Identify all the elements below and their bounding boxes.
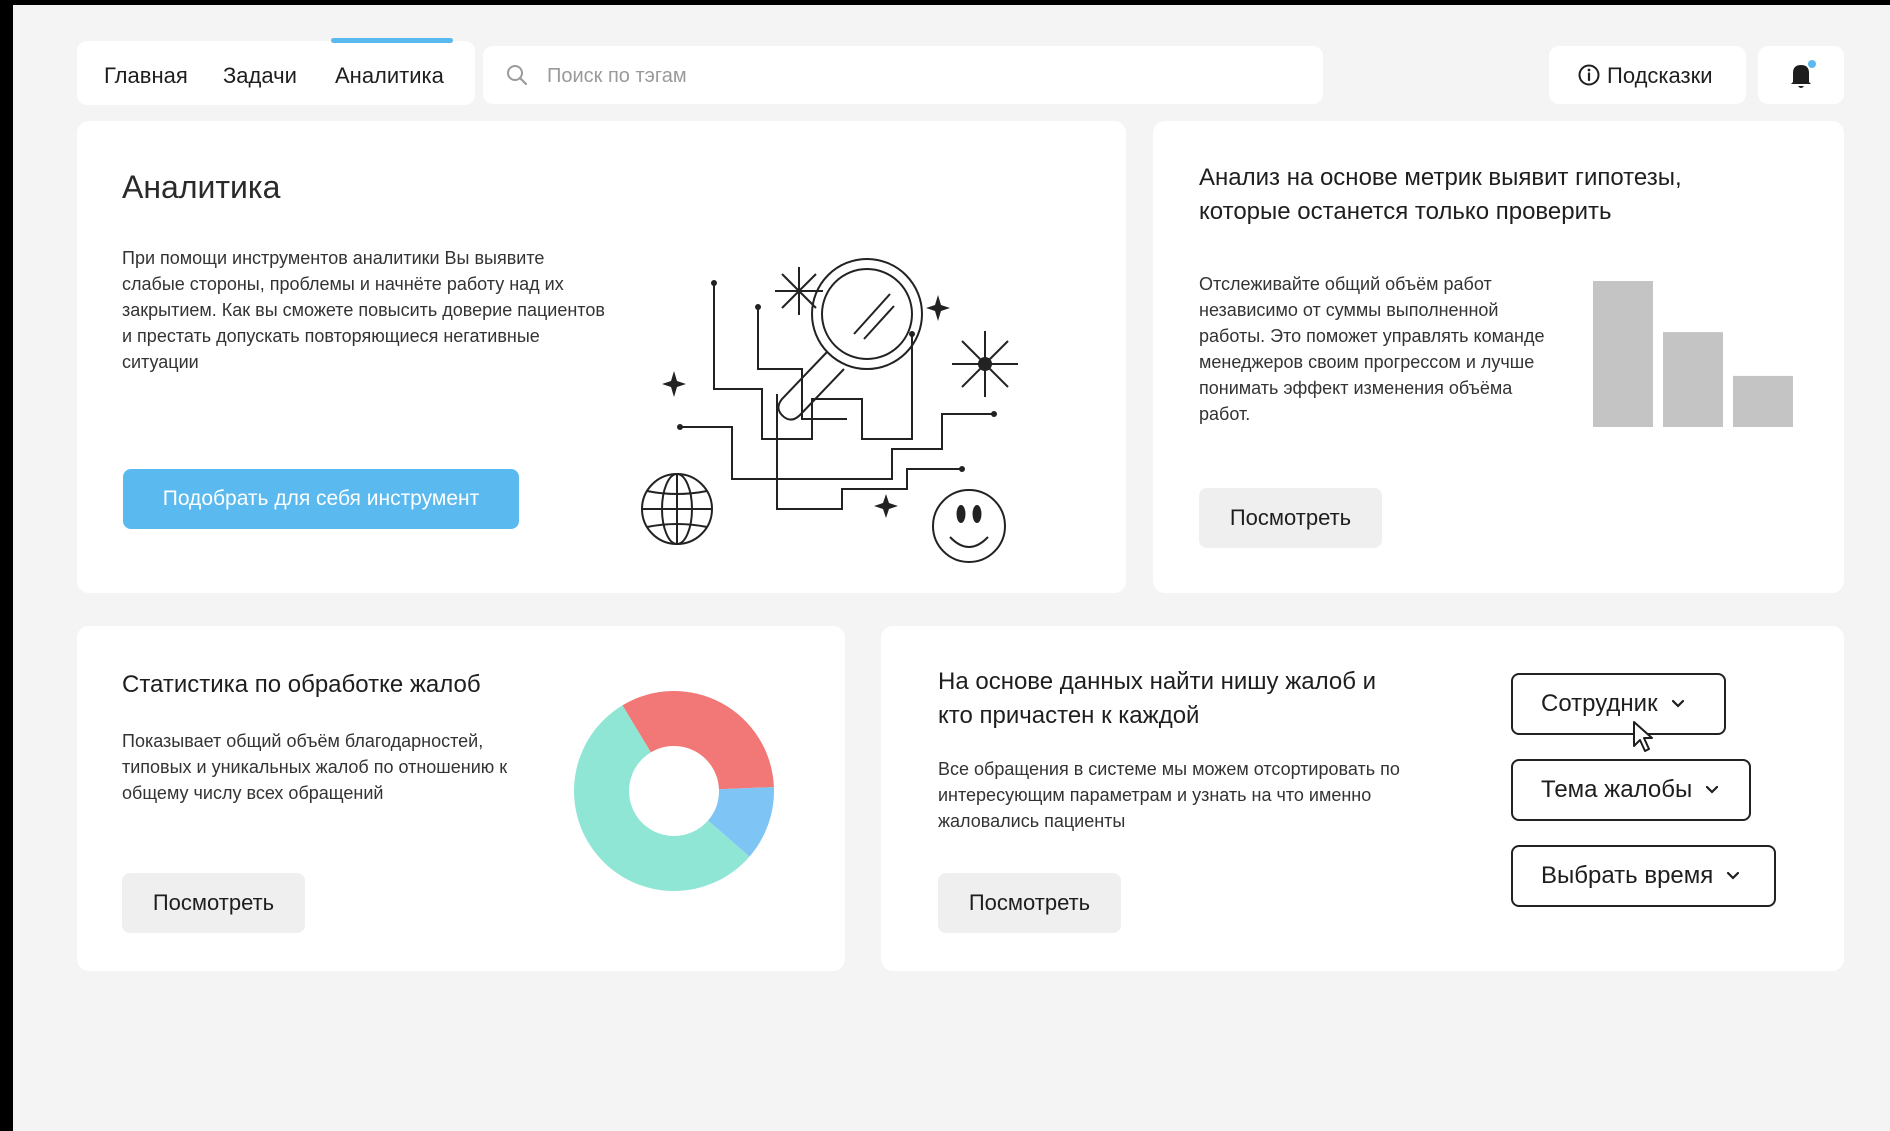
filter-employee-dropdown[interactable]: Сотрудник xyxy=(1511,673,1726,735)
search-icon xyxy=(507,65,528,86)
filter-topic-label: Тема жалобы xyxy=(1541,776,1693,803)
niche-title: На основе данных найти нишу жалоб и кто … xyxy=(938,668,1377,729)
chevron-down-icon xyxy=(1727,871,1740,880)
analytics-title: Аналитика xyxy=(122,169,281,205)
bar-3 xyxy=(1733,375,1793,427)
nav-item-tasks[interactable]: Задачи xyxy=(223,63,297,89)
niche-view-button[interactable]: Посмотреть xyxy=(938,873,1121,933)
analytics-card: Аналитика При помощи инструментов аналит… xyxy=(77,121,1126,593)
filter-time-dropdown[interactable]: Выбрать время xyxy=(1511,845,1776,907)
filter-employee-label: Сотрудник xyxy=(1541,690,1658,717)
mouse-cursor-icon xyxy=(1633,721,1653,752)
info-icon xyxy=(1578,64,1600,86)
complaints-title: Статистика по обработке жалоб xyxy=(122,671,481,698)
pick-tool-button[interactable]: Подобрать для себя инструмент xyxy=(123,469,519,529)
complaints-description: Показывает общий объём благодарностей, т… xyxy=(122,731,508,803)
complaints-card: Статистика по обработке жалоб Показывает… xyxy=(77,626,845,971)
bar-1 xyxy=(1593,281,1653,427)
complaints-donut-chart xyxy=(573,691,774,892)
metrics-view-button[interactable]: Посмотреть xyxy=(1199,488,1382,548)
analytics-description: При помощи инструментов аналитики Вы выя… xyxy=(122,248,605,372)
notification-dot xyxy=(1808,60,1816,68)
metrics-card: Анализ на основе метрик выявит гипотезы,… xyxy=(1153,121,1844,593)
nav-item-home[interactable]: Главная xyxy=(104,63,188,89)
analytics-illustration xyxy=(641,258,1018,563)
complaints-view-button[interactable]: Посмотреть xyxy=(122,873,305,933)
chevron-down-icon xyxy=(1706,785,1719,794)
hints-button[interactable]: Подсказки xyxy=(1549,46,1746,104)
bar-2 xyxy=(1663,332,1723,427)
main-nav: Главная Задачи Аналитика xyxy=(77,38,475,105)
niche-card: На основе данных найти нишу жалоб и кто … xyxy=(881,626,1844,971)
metrics-title: Анализ на основе метрик выявит гипотезы,… xyxy=(1199,164,1682,225)
notifications-button[interactable] xyxy=(1758,46,1844,104)
filter-topic-dropdown[interactable]: Тема жалобы xyxy=(1511,759,1751,821)
metrics-bar-chart xyxy=(1593,281,1793,427)
nav-active-indicator xyxy=(331,38,453,43)
search-input[interactable] xyxy=(545,60,1309,92)
bell-icon xyxy=(1791,60,1816,88)
hints-label: Подсказки xyxy=(1607,63,1713,88)
filter-time-label: Выбрать время xyxy=(1541,862,1714,889)
niche-description: Все обращения в системе мы можем отсорти… xyxy=(938,759,1400,831)
metrics-description: Отслеживайте общий объём работ независим… xyxy=(1199,274,1545,424)
donut-slice-1 xyxy=(622,691,774,790)
search-bar xyxy=(483,46,1323,104)
chevron-down-icon xyxy=(1671,699,1684,708)
nav-item-analytics[interactable]: Аналитика xyxy=(335,63,444,89)
